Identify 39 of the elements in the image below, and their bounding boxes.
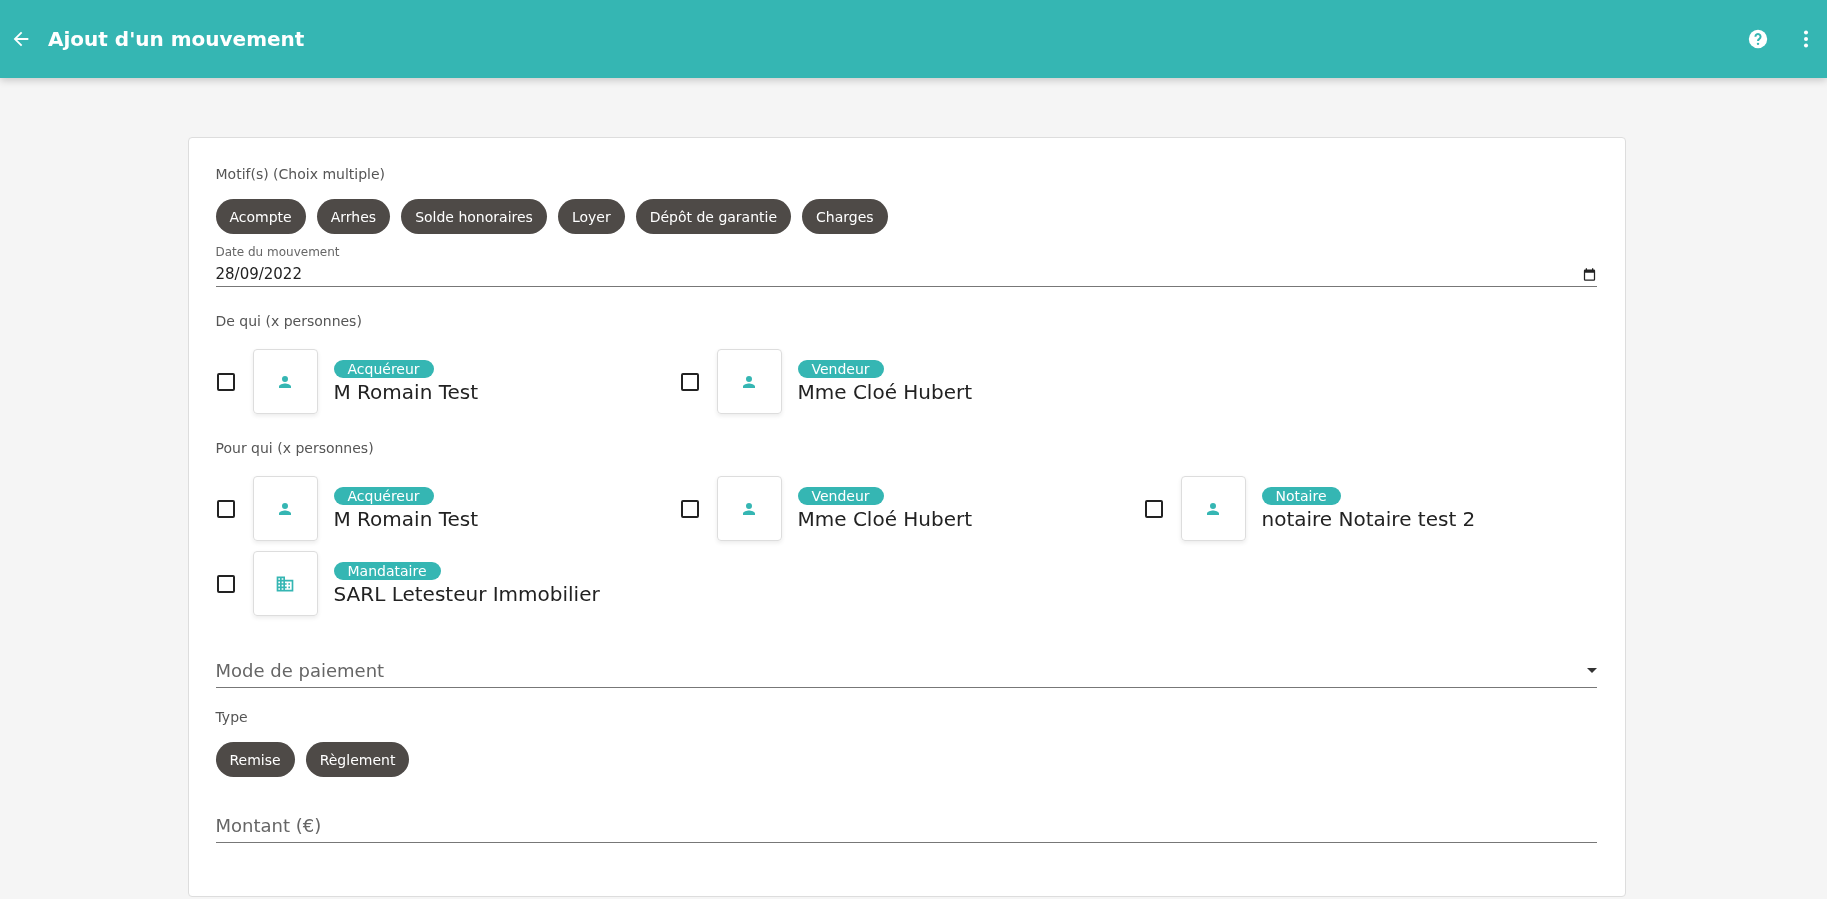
- payment-method-select[interactable]: Mode de paiement: [215, 660, 1597, 688]
- reason-chip[interactable]: Loyer: [557, 199, 625, 234]
- amount-field[interactable]: Montant (€): [215, 815, 1597, 843]
- page-title: Ajout d'un mouvement: [48, 27, 305, 51]
- person-name: notaire Notaire test 2: [1261, 506, 1476, 531]
- checkbox[interactable]: [680, 499, 699, 518]
- checkbox[interactable]: [1144, 499, 1163, 518]
- type-chip[interactable]: Remise: [215, 742, 295, 777]
- checkbox[interactable]: [216, 574, 235, 593]
- checkbox[interactable]: [216, 372, 235, 391]
- person-name: Mme Cloé Hubert: [797, 506, 973, 531]
- reason-chip[interactable]: Charges: [802, 199, 888, 234]
- date-value: 28/09/2022: [215, 265, 302, 283]
- reason-chip[interactable]: Solde honoraires: [401, 199, 547, 234]
- checkbox[interactable]: [680, 372, 699, 391]
- checkbox[interactable]: [216, 499, 235, 518]
- person-name: M Romain Test: [333, 506, 479, 531]
- role-badge: Acquéreur: [333, 359, 434, 378]
- type-chip[interactable]: Règlement: [305, 742, 410, 777]
- role-badge: Notaire: [1261, 486, 1341, 505]
- role-badge: Mandataire: [333, 561, 441, 580]
- person-name: SARL Letesteur Immobilier: [333, 581, 600, 606]
- role-badge: Vendeur: [797, 486, 884, 505]
- reason-chip[interactable]: Acompte: [215, 199, 306, 234]
- select-placeholder: Mode de paiement: [215, 660, 385, 681]
- person-name: M Romain Test: [333, 379, 479, 404]
- section-label: Pour qui (x personnes): [215, 440, 375, 456]
- role-badge: Vendeur: [797, 359, 884, 378]
- reason-chip[interactable]: Dépôt de garantie: [635, 199, 792, 234]
- field-label: Type: [215, 709, 249, 725]
- dropdown-caret-icon[interactable]: [1586, 668, 1597, 673]
- calendar-icon[interactable]: [1581, 266, 1597, 282]
- field-label: Date du mouvement: [215, 245, 341, 259]
- reason-chip[interactable]: Arrhes: [316, 199, 391, 234]
- field-label: Motif(s) (Choix multiple): [215, 166, 387, 182]
- role-badge: Acquéreur: [333, 486, 434, 505]
- section-label: De qui (x personnes): [215, 313, 363, 329]
- date-field[interactable]: Date du mouvement 28/09/2022: [215, 245, 1597, 287]
- person-name: Mme Cloé Hubert: [797, 379, 973, 404]
